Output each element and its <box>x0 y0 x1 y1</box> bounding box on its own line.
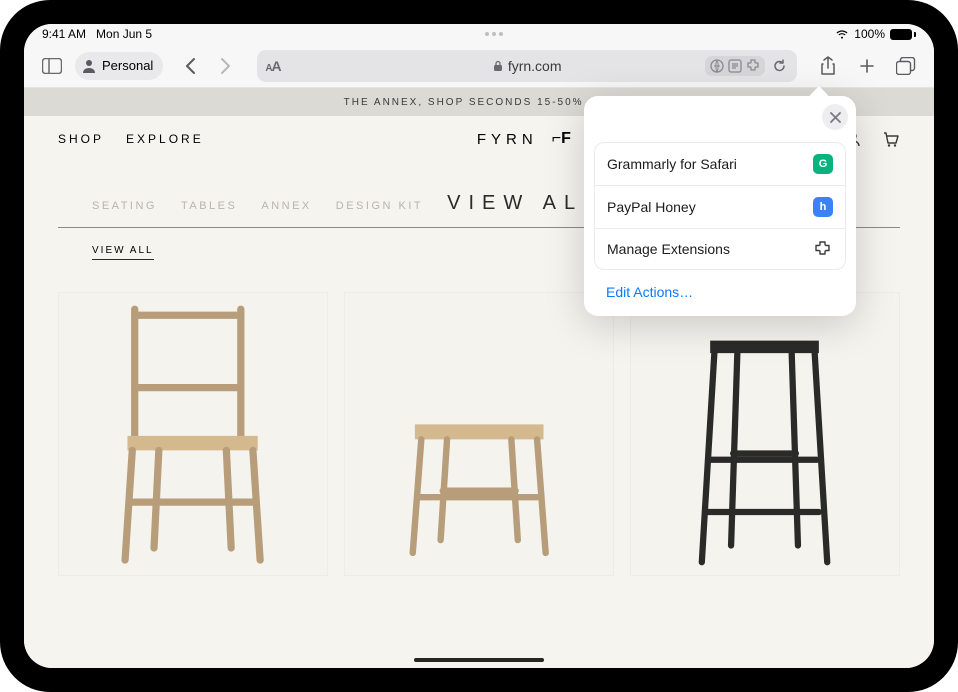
extension-item[interactable]: PayPal Honey h <box>595 186 845 229</box>
plus-icon <box>858 57 876 75</box>
extensions-popover: Grammarly for Safari G PayPal Honey h Ma… <box>584 96 856 316</box>
chevron-right-icon <box>220 57 232 75</box>
cart-icon[interactable] <box>882 130 900 148</box>
product-card[interactable] <box>58 292 328 576</box>
extension-label: Grammarly for Safari <box>607 156 737 172</box>
close-icon <box>830 112 841 123</box>
wifi-icon <box>835 29 849 39</box>
product-image-barstool <box>660 303 869 575</box>
product-image-stool <box>372 360 586 574</box>
forward-button <box>210 50 242 82</box>
person-icon <box>81 58 97 74</box>
brand-logo[interactable]: FYRN ⌐F <box>477 130 571 148</box>
textsize-button[interactable]: AA <box>265 58 280 74</box>
manage-extensions-item[interactable]: Manage Extensions <box>595 229 845 269</box>
new-tab-button[interactable] <box>851 50 883 82</box>
nav-shop[interactable]: SHOP <box>58 132 104 146</box>
lock-icon <box>493 60 503 72</box>
view-all-link[interactable]: VIEW ALL <box>92 245 154 260</box>
product-card[interactable] <box>630 292 900 576</box>
product-card[interactable] <box>344 292 614 576</box>
extensions-icon[interactable] <box>745 58 761 74</box>
tabs-icon <box>896 57 916 75</box>
brand-mark-icon: ⌐F <box>552 130 571 148</box>
profile-button[interactable]: Personal <box>75 52 163 80</box>
battery-icon <box>890 29 916 40</box>
home-indicator[interactable] <box>414 658 544 662</box>
popover-close-button[interactable] <box>822 104 848 130</box>
share-button[interactable] <box>812 50 844 82</box>
product-image-chair <box>72 292 313 575</box>
reload-button[interactable] <box>767 50 791 82</box>
multitask-dots[interactable] <box>485 32 503 36</box>
sidebar-button[interactable] <box>36 50 68 82</box>
chevron-left-icon <box>184 57 196 75</box>
address-domain: fyrn.com <box>508 58 562 74</box>
status-bar: 9:41 AM Mon Jun 5 100% <box>24 24 934 44</box>
reader-icon[interactable] <box>727 58 743 74</box>
battery-percent: 100% <box>854 27 885 41</box>
profile-label: Personal <box>102 58 153 73</box>
safari-toolbar: Personal AA fyrn.com <box>24 44 934 88</box>
puzzle-icon <box>813 240 833 258</box>
status-date: Mon Jun 5 <box>96 27 152 41</box>
status-time: 9:41 AM <box>42 27 86 41</box>
nav-explore[interactable]: EXPLORE <box>126 132 204 146</box>
extension-item[interactable]: Grammarly for Safari G <box>595 143 845 186</box>
subnav-viewall-title: VIEW ALL <box>447 192 602 215</box>
manage-extensions-label: Manage Extensions <box>607 241 730 257</box>
subnav-seating[interactable]: SEATING <box>92 200 157 212</box>
grammarly-icon: G <box>813 154 833 174</box>
subnav-designkit[interactable]: DESIGN KIT <box>336 200 423 212</box>
address-bar[interactable]: AA fyrn.com <box>257 50 797 82</box>
translate-icon[interactable] <box>709 58 725 74</box>
honey-icon: h <box>813 197 833 217</box>
extension-label: PayPal Honey <box>607 199 696 215</box>
reload-icon <box>772 58 787 74</box>
share-icon <box>820 56 836 76</box>
back-button[interactable] <box>174 50 206 82</box>
subnav-annex[interactable]: ANNEX <box>261 200 311 212</box>
edit-actions-link[interactable]: Edit Actions… <box>594 270 846 306</box>
subnav-tables[interactable]: TABLES <box>181 200 237 212</box>
tabs-button[interactable] <box>890 50 922 82</box>
